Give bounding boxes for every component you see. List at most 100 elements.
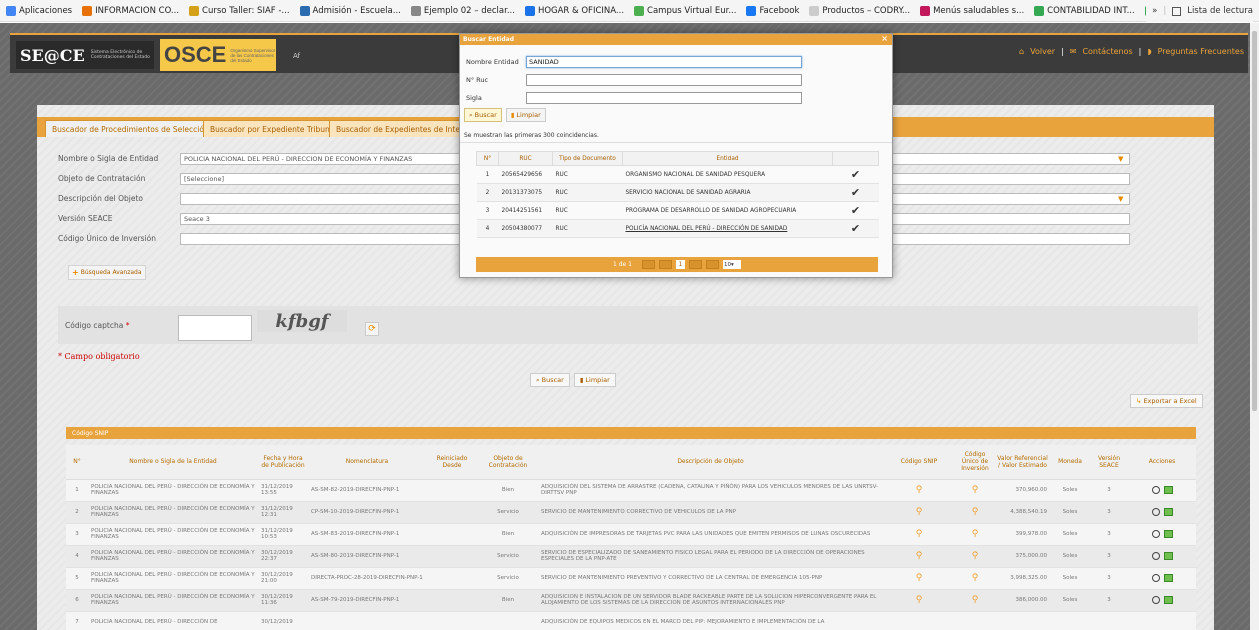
osce-logo-sub: Organismo Supervisor de las Contratacion… <box>230 47 276 63</box>
tab-procedimientos[interactable]: Buscador de Procedimientos de Selección <box>45 120 216 137</box>
nombre-entidad-input[interactable]: SANIDAD <box>526 56 802 68</box>
sheet-icon[interactable] <box>1163 530 1173 538</box>
bookmark-item[interactable]: HOGAR & OFICINA... <box>524 5 624 16</box>
column-header[interactable]: Fecha y Hora de Publicación <box>258 445 308 480</box>
column-header[interactable]: Objeto de Contratación <box>478 445 538 480</box>
close-icon[interactable]: × <box>881 34 888 43</box>
prev-page-button[interactable] <box>658 260 672 269</box>
bookmark-item[interactable]: Curso Taller: SIAF -... <box>189 5 290 16</box>
history-icon[interactable] <box>1151 530 1160 538</box>
history-icon[interactable] <box>1151 596 1160 604</box>
column-header[interactable]: Versión SEACE <box>1090 445 1128 480</box>
select-check-icon[interactable]: ✔ <box>832 201 879 220</box>
preguntas-link[interactable]: Preguntas Frecuentes <box>1158 47 1244 56</box>
store-icon <box>524 5 535 16</box>
column-header[interactable]: N° <box>66 445 88 480</box>
last-page-button[interactable] <box>705 260 719 269</box>
chevron-down-icon[interactable]: ▼ <box>1118 195 1123 203</box>
products-icon <box>809 5 820 16</box>
table-row[interactable]: 2 POLICIA NACIONAL DEL PERÚ - DIRECCIÓN D… <box>66 501 1196 524</box>
table-row[interactable]: 7 POLICIA NACIONAL DEL PERÚ - DIRECCIÓN D… <box>66 611 1196 630</box>
tab-expediente-tribunal[interactable]: Buscador por Expediente Tribunal <box>203 120 344 137</box>
entity-row[interactable]: 1 20565429656 RUC ORGANISMO NACIONAL DE SAN… <box>476 165 879 184</box>
bookmark-item[interactable]: Admisión - Escuela... <box>299 5 401 16</box>
bookmark-item[interactable]: Menús saludables s... <box>920 5 1024 16</box>
export-excel-button[interactable]: ↳ Exportar a Excel <box>1130 394 1203 408</box>
table-row[interactable]: 6 POLICIA NACIONAL DEL PERÚ - DIRECCIÓN D… <box>66 589 1196 612</box>
ruc-input[interactable] <box>526 74 802 86</box>
column-header[interactable]: Valor Referencial / Valor Estimado <box>995 445 1050 480</box>
bookmark-item[interactable]: Aplicaciones <box>6 5 72 16</box>
magnifier-icon[interactable]: ⚲ <box>916 507 923 517</box>
scrollbar-thumb[interactable] <box>1252 31 1257 411</box>
clear-button[interactable]: ▮ Limpiar <box>573 373 616 387</box>
magnifier-icon[interactable]: ⚲ <box>972 485 979 495</box>
magnifier-icon[interactable]: ⚲ <box>972 595 979 605</box>
advanced-search-label: Búsqueda Avanzada <box>80 269 142 276</box>
dialog-clear-button[interactable]: ▮ Limpiar <box>505 108 546 122</box>
magnifier-icon[interactable]: ⚲ <box>916 595 923 605</box>
osce-logo[interactable]: OSCE Organismo Supervisor de las Contrat… <box>160 39 276 71</box>
tab-expedientes-interes[interactable]: Buscador de Expedientes de Interés <box>329 120 479 137</box>
column-header[interactable]: Nomenclatura <box>308 445 426 480</box>
next-page-button[interactable] <box>688 260 702 269</box>
history-icon[interactable] <box>1151 574 1160 582</box>
entity-row[interactable]: 3 20414251561 RUC PROGRAMA DE DESARROLLO DE… <box>476 201 879 220</box>
magnifier-icon[interactable]: ⚲ <box>916 485 923 495</box>
table-row[interactable]: 1 POLICIA NACIONAL DEL PERÚ - DIRECCIÓN D… <box>66 479 1196 502</box>
sheet-icon[interactable] <box>1163 508 1173 516</box>
sheet-icon[interactable] <box>1163 596 1173 604</box>
bookmark-item[interactable]: Campus Virtual Eur... <box>634 5 736 16</box>
current-page[interactable]: 1 <box>675 260 685 269</box>
entity-row[interactable]: 2 20131373075 RUC SERVICIO NACIONAL DE SANI… <box>476 183 879 202</box>
table-row[interactable]: 3 POLICIA NACIONAL DEL PERÚ - DIRECCIÓN D… <box>66 523 1196 546</box>
column-header[interactable]: Código Único de Inversión <box>955 445 995 480</box>
column-header[interactable]: Reiniciado Desde <box>426 445 478 480</box>
seace-logo[interactable]: SE@CE Sistema Electrónico de Contratacio… <box>16 41 154 69</box>
history-icon[interactable] <box>1151 486 1160 494</box>
page-scrollbar[interactable] <box>1250 23 1259 630</box>
reading-list-button[interactable]: Lista de lectura <box>1187 6 1253 16</box>
advanced-search-button[interactable]: + Búsqueda Avanzada <box>68 265 146 280</box>
magnifier-icon[interactable]: ⚲ <box>916 551 923 561</box>
table-row[interactable]: 5 POLICIA NACIONAL DEL PERÚ - DIRECCIÓN D… <box>66 567 1196 590</box>
column-header[interactable]: Nombre o Sigla de la Entidad <box>88 445 258 480</box>
sigla-input[interactable] <box>526 92 802 104</box>
bookmark-item[interactable]: Productos – CODRY... <box>809 5 910 16</box>
entity-row[interactable]: 4 20504380077 RUC POLICÍA NACIONAL DEL PERÚ… <box>476 219 879 238</box>
bookmark-item[interactable]: Facebook <box>746 5 799 16</box>
magnifier-icon[interactable]: ⚲ <box>916 573 923 583</box>
bookmark-item[interactable]: INFORMACION CO... <box>82 5 179 16</box>
more-bookmarks-button[interactable]: » <box>1152 6 1157 16</box>
column-header[interactable]: Moneda <box>1050 445 1090 480</box>
sheet-icon[interactable] <box>1163 552 1173 560</box>
first-page-button[interactable] <box>641 260 655 269</box>
sheet-icon[interactable] <box>1163 486 1173 494</box>
magnifier-icon[interactable]: ⚲ <box>972 573 979 583</box>
magnifier-icon[interactable]: ⚲ <box>916 529 923 539</box>
history-icon[interactable] <box>1151 508 1160 516</box>
history-icon[interactable] <box>1151 552 1160 560</box>
column-header[interactable]: Descripción de Objeto <box>538 445 883 480</box>
chevron-down-icon[interactable]: ▼ <box>1118 155 1123 163</box>
sheet-icon[interactable] <box>1163 574 1173 582</box>
column-header[interactable]: Código SNIP <box>883 445 955 480</box>
bookmark-item[interactable]: Ejemplo 02 – declar... <box>410 5 515 16</box>
column-header[interactable]: Acciones <box>1128 445 1196 480</box>
select-check-icon[interactable]: ✔ <box>832 219 879 238</box>
search-button[interactable]: ⌕ Buscar <box>530 373 570 387</box>
cell-moneda: Soles <box>1050 589 1090 612</box>
table-row[interactable]: 4 POLICIA NACIONAL DEL PERÚ - DIRECCIÓN D… <box>66 545 1196 568</box>
refresh-captcha-button[interactable]: ⟳ <box>365 322 379 336</box>
select-check-icon[interactable]: ✔ <box>832 183 879 202</box>
volver-link[interactable]: Volver <box>1030 47 1055 56</box>
bookmark-item[interactable]: CONTABILIDAD INT... <box>1034 5 1135 16</box>
dialog-search-button[interactable]: ⌕ Buscar <box>464 108 502 122</box>
magnifier-icon[interactable]: ⚲ <box>972 551 979 561</box>
per-page-select[interactable]: 10 ▾ <box>722 260 741 269</box>
magnifier-icon[interactable]: ⚲ <box>972 507 979 517</box>
select-check-icon[interactable]: ✔ <box>832 165 879 184</box>
captcha-input[interactable] <box>178 315 252 341</box>
contactenos-link[interactable]: Contáctenos <box>1082 47 1132 56</box>
magnifier-icon[interactable]: ⚲ <box>972 529 979 539</box>
